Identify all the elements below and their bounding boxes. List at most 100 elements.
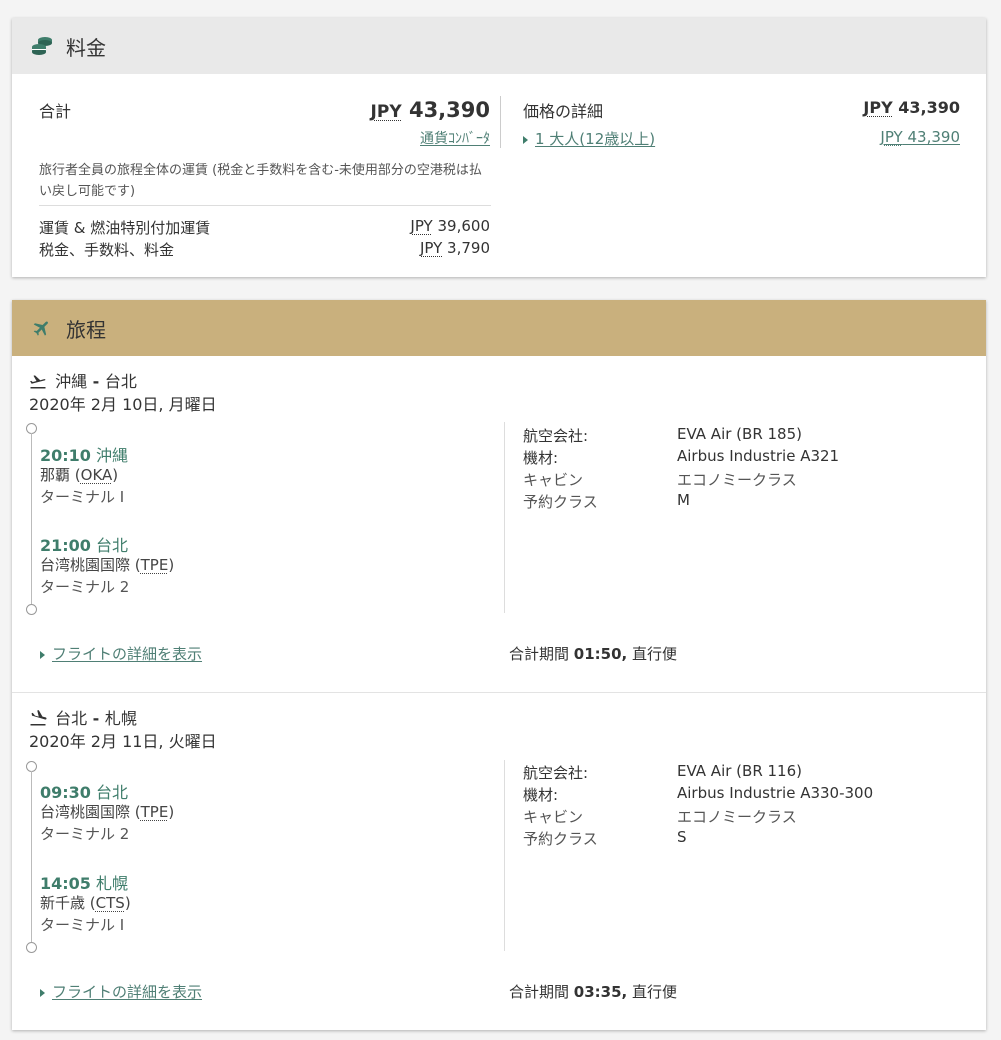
takeoff-icon <box>29 373 47 393</box>
duration-value: 01:50, <box>573 645 628 663</box>
arrival-terminal: ターミナル I <box>40 916 125 934</box>
flight-segment: 沖縄 - 台北 2020年 2月 10日, 月曜日 20:10 沖縄 那覇 (O… <box>12 356 986 693</box>
fare-title: 料金 <box>66 35 106 60</box>
fare-breakdown-amount: 39,600 <box>437 217 491 235</box>
fare-panel: 料金 合計 JPY 43,390 通貨ｺﾝﾊﾞｰﾀ 旅行者全員の旅程全体の運賃 … <box>12 18 986 277</box>
booking-class-label: 予約クラス <box>523 493 598 511</box>
passenger-link[interactable]: 1 大人(12歳以上) <box>535 130 655 148</box>
nonstop-label: 直行便 <box>632 645 678 663</box>
duration-value: 03:35, <box>573 983 628 1001</box>
departure-time-row: 09:30 台北 <box>40 779 128 803</box>
itinerary-panel: 旅程 沖縄 - 台北 2020年 2月 10日, 月曜日 20:10 沖縄 那覇… <box>12 300 986 1030</box>
airline-value: EVA Air (BR 185) <box>677 425 802 443</box>
caret-right-icon <box>40 650 45 659</box>
caret-right-icon <box>40 988 45 997</box>
fare-breakdown-currency: JPY <box>410 217 433 235</box>
airline-label: 航空会社: <box>523 764 589 782</box>
arrival-time: 21:00 <box>40 536 91 555</box>
departure-city: 台北 <box>96 783 129 802</box>
timeline-end-dot <box>26 942 37 953</box>
passenger-amount: 43,390 <box>907 128 961 146</box>
flight-duration: 合計期間 01:50, 直行便 <box>509 643 677 664</box>
departure-time: 20:10 <box>40 446 91 465</box>
tax-breakdown-amount: 3,790 <box>447 239 490 257</box>
total-price: JPY 43,390 <box>371 98 490 122</box>
departure-city: 沖縄 <box>96 446 129 465</box>
flight-segment: 台北 - 札幌 2020年 2月 11日, 火曜日 09:30 台北 台湾桃園国… <box>12 694 986 1030</box>
route-from: 台北 <box>55 709 88 728</box>
flight-separator <box>12 692 986 693</box>
tax-breakdown-currency: JPY <box>419 239 443 257</box>
flight-info-divider <box>504 422 505 613</box>
arrival-airport-row: 台湾桃園国際 (TPE) <box>40 556 175 574</box>
departure-airport: 台湾桃園国際 <box>40 803 131 821</box>
flight-details-link[interactable]: フライトの詳細を表示 <box>52 645 202 663</box>
route-to: 台北 <box>104 372 137 391</box>
departure-time: 09:30 <box>40 783 91 802</box>
flight-route: 沖縄 - 台北 <box>29 368 137 393</box>
arrival-time-row: 21:00 台北 <box>40 532 128 556</box>
arrival-code: TPE <box>140 556 169 574</box>
coins-icon <box>30 34 54 58</box>
flight-details-toggle[interactable]: フライトの詳細を表示 <box>40 981 202 1002</box>
price-details-total: JPY 43,390 <box>863 98 960 117</box>
landing-icon <box>29 710 47 730</box>
passenger-currency: JPY <box>880 128 903 146</box>
passenger-price-link[interactable]: JPY 43,390 <box>880 128 960 146</box>
price-details-label: 価格の詳細 <box>523 102 604 121</box>
timeline-end-dot <box>26 604 37 615</box>
departure-terminal: ターミナル I <box>40 488 125 506</box>
flight-date: 2020年 2月 11日, 火曜日 <box>29 732 217 751</box>
total-currency: JPY <box>370 102 402 122</box>
booking-class-label: 予約クラス <box>523 830 598 848</box>
tax-breakdown-label: 税金、手数料、料金 <box>39 241 175 259</box>
currency-converter-link[interactable]: 通貨ｺﾝﾊﾞｰﾀ <box>420 128 490 148</box>
caret-right-icon <box>523 135 528 144</box>
aircraft-label: 機材: <box>523 449 559 467</box>
fare-breakdown-price: JPY 39,600 <box>410 217 490 235</box>
cabin-value: エコノミークラス <box>677 808 797 826</box>
flight-info-divider <box>504 760 505 951</box>
duration-label: 合計期間 <box>509 645 570 663</box>
booking-class-value: M <box>677 491 690 509</box>
departure-airport: 那覇 <box>40 466 71 484</box>
fare-note: 旅行者全員の旅程全体の運賃 (税金と手数料を含む-未使用部分の空港税は払い戻し可… <box>39 163 482 199</box>
arrival-city: 札幌 <box>96 874 129 893</box>
passenger-toggle[interactable]: 1 大人(12歳以上) <box>523 128 655 149</box>
total-amount: 43,390 <box>408 98 490 122</box>
price-details-amount: 43,390 <box>898 98 960 117</box>
flight-date: 2020年 2月 10日, 月曜日 <box>29 395 217 414</box>
flight-duration: 合計期間 03:35, 直行便 <box>509 981 677 1002</box>
arrival-city: 台北 <box>96 536 129 555</box>
tax-breakdown-price: JPY 3,790 <box>420 239 490 257</box>
arrival-airport: 新千歳 <box>40 894 86 912</box>
arrival-code: CTS <box>95 894 125 912</box>
arrival-terminal: ターミナル 2 <box>40 578 130 596</box>
route-to: 札幌 <box>104 709 137 728</box>
timeline-line <box>31 433 32 604</box>
airline-value: EVA Air (BR 116) <box>677 762 802 780</box>
aircraft-value: Airbus Industrie A330-300 <box>677 784 874 802</box>
duration-label: 合計期間 <box>509 983 570 1001</box>
arrival-time-row: 14:05 札幌 <box>40 870 128 894</box>
fare-header: 料金 <box>12 18 986 74</box>
timeline-line <box>31 771 32 942</box>
arrival-airport: 台湾桃園国際 <box>40 556 131 574</box>
aircraft-label: 機材: <box>523 786 559 804</box>
itinerary-title: 旅程 <box>66 317 106 342</box>
route-separator: - <box>87 372 105 391</box>
route-separator: - <box>87 709 105 728</box>
cabin-label: キャビン <box>523 471 584 489</box>
flight-details-toggle[interactable]: フライトの詳細を表示 <box>40 643 202 664</box>
fare-separator <box>39 205 491 206</box>
departure-airport-row: 那覇 (OKA) <box>40 466 119 484</box>
fare-divider <box>500 96 501 148</box>
flight-route: 台北 - 札幌 <box>29 705 137 730</box>
flight-details-link[interactable]: フライトの詳細を表示 <box>52 983 202 1001</box>
nonstop-label: 直行便 <box>632 983 678 1001</box>
airplane-icon <box>30 316 54 340</box>
itinerary-header: 旅程 <box>12 300 986 356</box>
departure-terminal: ターミナル 2 <box>40 825 130 843</box>
arrival-time: 14:05 <box>40 874 91 893</box>
aircraft-value: Airbus Industrie A321 <box>677 447 840 465</box>
